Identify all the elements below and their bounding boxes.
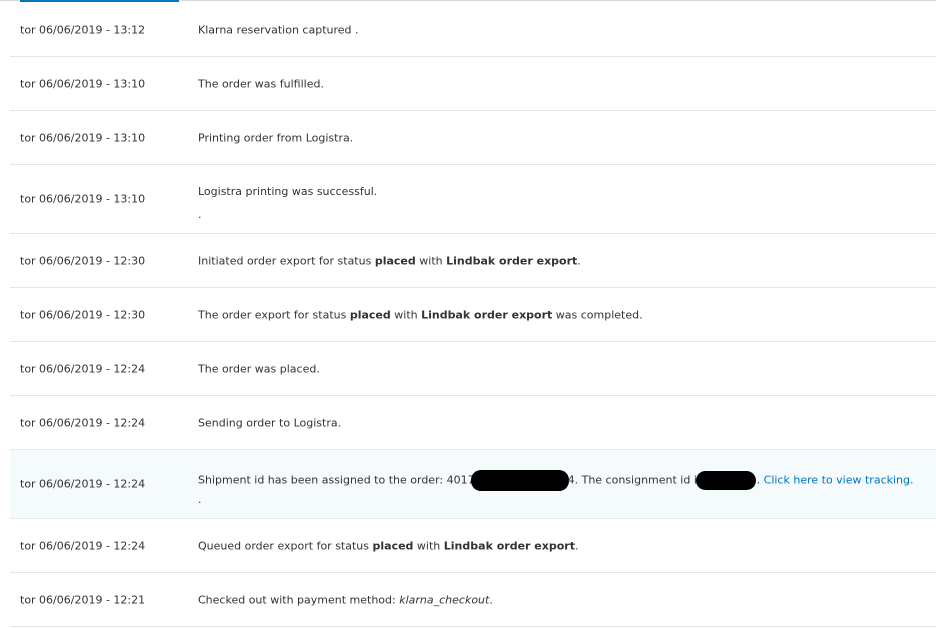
log-date: tor 06/06/2019 - 12:24 [20,477,146,491]
list-item: tor 06/06/2019 - 13:12 Klarna reservatio… [10,3,936,57]
log-message: The order was placed. [198,362,320,375]
list-item: tor 06/06/2019 - 12:30 Initiated order e… [10,234,936,288]
log-date: tor 06/06/2019 - 12:30 [20,254,146,267]
log-message: Sending order to Logistra. [198,416,342,429]
log-date: tor 06/06/2019 - 13:10 [20,131,146,144]
exporter-name: Lindbak order export [421,308,553,321]
log-message-dot: . [198,208,202,221]
log-date: tor 06/06/2019 - 13:10 [20,77,146,90]
log-date: tor 06/06/2019 - 12:24 [20,416,146,429]
log-message: Queued order export for status placed wi… [198,539,579,552]
list-item: tor 06/06/2019 - 13:10 The order was ful… [10,57,936,111]
log-date: tor 06/06/2019 - 12:24 [20,539,146,552]
log-date: tor 06/06/2019 - 13:12 [20,23,146,36]
list-item: tor 06/06/2019 - 12:24 Sending order to … [10,396,936,450]
log-date: tor 06/06/2019 - 12:24 [20,362,146,375]
view-tracking-link[interactable]: Click here to view tracking. [764,474,914,487]
status-name: placed [372,539,414,552]
list-item: tor 06/06/2019 - 12:24 Queued order expo… [10,519,936,573]
log-date: tor 06/06/2019 - 12:21 [20,593,146,606]
log-date: tor 06/06/2019 - 13:10 [20,192,146,206]
list-item: tor 06/06/2019 - 12:24 The order was pla… [10,342,936,396]
status-name: placed [349,308,391,321]
payment-method: klarna_checkout [399,593,490,606]
list-item: tor 06/06/2019 - 12:21 Checked out with … [10,573,936,627]
exporter-name: Lindbak order export [443,539,575,552]
log-message: Checked out with payment method: klarna_… [198,593,493,606]
log-message-dot: . [198,493,202,506]
log-message: Logistra printing was successful. [198,185,378,198]
list-item: tor 06/06/2019 - 12:30 The order export … [10,288,936,342]
order-log-list: tor 06/06/2019 - 13:12 Klarna reservatio… [10,3,936,627]
exporter-name: Lindbak order export [446,254,578,267]
list-item: tor 06/06/2019 - 13:10 Logistra printing… [10,165,936,234]
redaction-mark [695,471,756,490]
log-message: The order was fulfilled. [198,77,324,90]
list-item-highlighted: tor 06/06/2019 - 12:24 Shipment id has b… [10,450,936,519]
log-message: Printing order from Logistra. [198,131,354,144]
log-message: Shipment id has been assigned to the ord… [198,470,914,491]
status-name: placed [374,254,416,267]
log-date: tor 06/06/2019 - 12:30 [20,308,146,321]
redaction-mark [470,470,569,491]
list-item: tor 06/06/2019 - 13:10 Printing order fr… [10,111,936,165]
log-message: Initiated order export for status placed… [198,254,581,267]
log-message: The order export for status placed with … [198,308,643,321]
active-tab-indicator [20,0,179,2]
log-message: Klarna reservation captured . [198,23,359,36]
